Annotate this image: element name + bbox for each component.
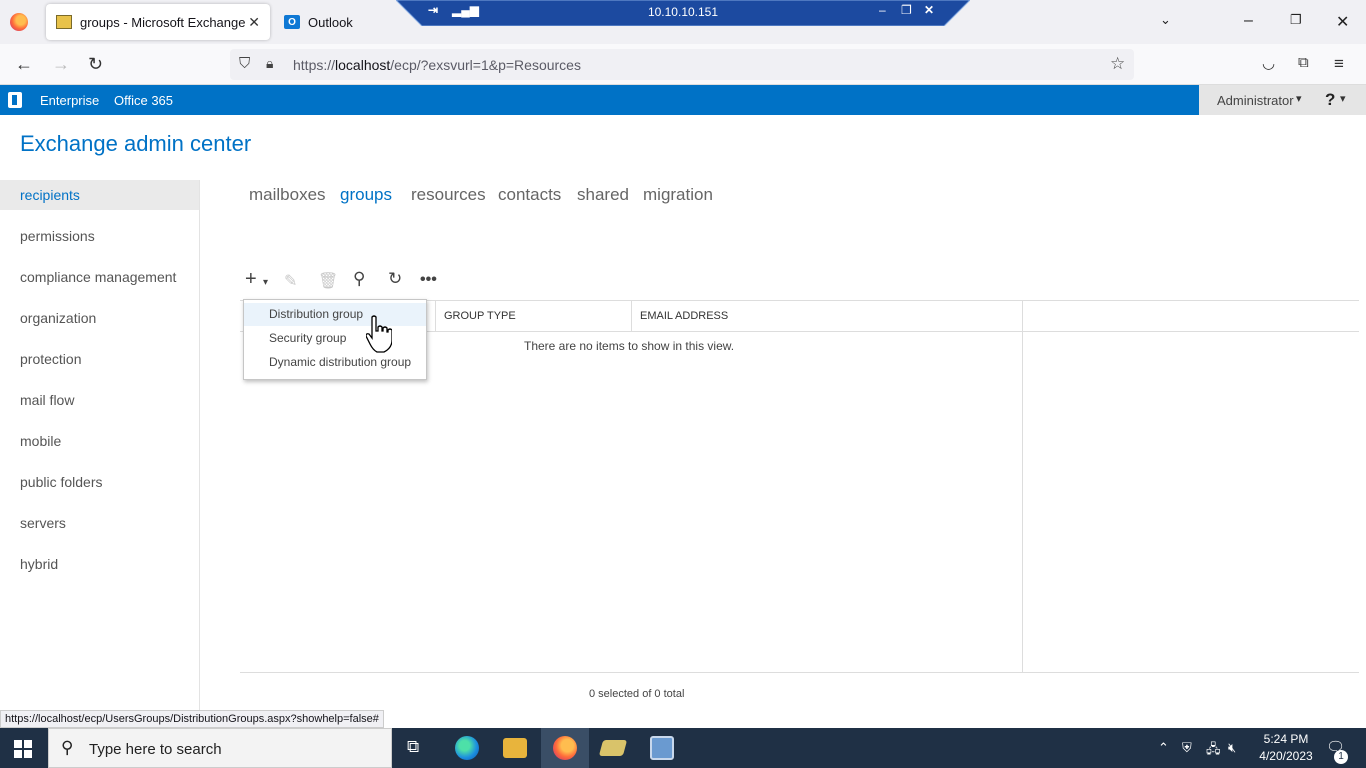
sidebar-item-mobile[interactable]: mobile — [0, 426, 199, 456]
delete-icon[interactable]: 🗑︎ — [318, 271, 338, 291]
admin-menu[interactable]: Administrator — [1217, 93, 1294, 108]
column-separator — [1022, 301, 1023, 331]
firefox-icon[interactable] — [10, 13, 28, 31]
rdp-minimize-icon[interactable]: – — [879, 3, 886, 17]
tab-list-chevron-icon[interactable]: ⌄ — [1160, 12, 1171, 28]
admin-caret-icon[interactable]: ▾ — [1296, 92, 1302, 105]
empty-message: There are no items to show in this view. — [524, 339, 735, 353]
forward-icon[interactable]: → — [52, 54, 70, 75]
page-title: Exchange admin center — [20, 131, 252, 156]
selection-count: 0 selected of 0 total — [589, 688, 685, 700]
sidebar-item-public-folders[interactable]: public folders — [0, 467, 199, 497]
close-tab-icon[interactable]: ✕ — [248, 14, 260, 31]
tab-shared[interactable]: shared — [577, 185, 629, 205]
clock-time: 5:24 PM — [1263, 732, 1309, 746]
task-view-icon[interactable]: ⧉ — [407, 737, 419, 757]
back-icon[interactable]: ← — [15, 54, 33, 75]
defender-tray-icon[interactable]: ⛨ — [1182, 740, 1192, 756]
sidebar-item-recipients[interactable]: recipients — [0, 180, 199, 210]
file-explorer-icon[interactable] — [503, 738, 527, 758]
status-link-preview: https://localhost/ecp/UsersGroups/Distri… — [0, 710, 384, 728]
help-caret-icon[interactable]: ▾ — [1340, 92, 1346, 105]
outlook-favicon-icon: O — [284, 15, 300, 29]
tray-chevron-icon[interactable]: ⌃ — [1158, 740, 1169, 756]
sidebar-item-permissions[interactable]: permissions — [0, 221, 199, 251]
menu-icon[interactable]: ≡ — [1334, 54, 1344, 74]
lock-icon[interactable]: 🔒︎ — [266, 55, 273, 72]
sidebar: recipients permissions compliance manage… — [0, 180, 200, 728]
volume-muted-icon[interactable]: 🔇︎ — [1228, 740, 1236, 756]
tab-contacts[interactable]: contacts — [498, 185, 561, 205]
extensions-icon[interactable]: ⧉ — [1298, 54, 1309, 71]
tab-resources[interactable]: resources — [411, 185, 486, 205]
rdp-app-icon[interactable] — [598, 740, 628, 756]
reload-icon[interactable]: ↻ — [88, 54, 103, 75]
search-icon[interactable]: ⚲ — [353, 269, 365, 289]
menu-item-dynamic-distribution-group[interactable]: Dynamic distribution group — [244, 351, 426, 374]
search-icon: ⚲ — [61, 738, 74, 757]
tab-migration[interactable]: migration — [643, 185, 713, 205]
add-caret-icon[interactable]: ▾ — [263, 277, 268, 288]
sidebar-item-protection[interactable]: protection — [0, 344, 199, 374]
shield-icon[interactable]: ⛉ — [239, 55, 250, 72]
taskbar-search[interactable]: ⚲ Type here to search — [48, 728, 392, 768]
refresh-icon[interactable]: ↻ — [388, 269, 402, 289]
enterprise-link[interactable]: Enterprise — [40, 93, 99, 108]
clock-date: 4/20/2023 — [1259, 749, 1313, 763]
notification-badge: 1 — [1334, 750, 1348, 764]
sidebar-item-organization[interactable]: organization — [0, 303, 199, 333]
url-text[interactable]: https://localhost/ecp/?exsvurl=1&p=Resou… — [293, 57, 581, 73]
admin-bar: Administrator ▾ ? ▾ — [1199, 85, 1366, 115]
help-button[interactable]: ? — [1325, 90, 1335, 110]
sidebar-item-compliance-management[interactable]: compliance management — [0, 262, 199, 292]
tab-groups[interactable]: groups — [340, 185, 392, 205]
windows-start-icon[interactable] — [14, 740, 32, 758]
pocket-icon[interactable]: ◡ — [1262, 54, 1275, 72]
more-icon[interactable]: ••• — [420, 271, 437, 289]
sidebar-item-hybrid[interactable]: hybrid — [0, 549, 199, 579]
office365-link[interactable]: Office 365 — [114, 93, 173, 108]
rdp-connection-bar: ⇥ ▂▄▆ 10.10.10.151 – ❐ ✕ — [396, 0, 970, 26]
edge-icon[interactable] — [455, 736, 479, 760]
column-separator — [631, 301, 632, 331]
address-bar[interactable]: ⛉ 🔒︎ https://localhost/ecp/?exsvurl=1&p=… — [230, 49, 1134, 80]
rdp-restore-icon[interactable]: ❐ — [901, 3, 912, 17]
tab-groups-exchange[interactable]: groups - Microsoft Exchange ✕ — [46, 4, 270, 40]
taskbar-clock[interactable]: 5:24 PM 4/20/2023 — [1256, 731, 1316, 765]
menu-item-security-group[interactable]: Security group — [244, 327, 426, 350]
column-header-email-address[interactable]: EMAIL ADDRESS — [640, 310, 728, 322]
browser-nav-bar: ← → ↻ ⛉ 🔒︎ https://localhost/ecp/?exsvur… — [0, 44, 1366, 85]
column-separator — [435, 301, 436, 331]
bookmark-star-icon[interactable]: ☆ — [1110, 54, 1125, 74]
sidebar-item-servers[interactable]: servers — [0, 508, 199, 538]
tab-mailboxes[interactable]: mailboxes — [249, 185, 326, 205]
add-icon[interactable]: + — [245, 268, 257, 291]
office365-bar: Enterprise Office 365 — [0, 85, 1199, 115]
office-logo-icon[interactable] — [8, 92, 22, 108]
network-tray-icon[interactable]: 🖧︎ — [1206, 740, 1221, 762]
rdp-close-icon[interactable]: ✕ — [924, 3, 934, 17]
window-minimize-icon[interactable]: – — [1244, 12, 1253, 30]
firefox-taskbar-icon[interactable] — [553, 736, 577, 760]
column-header-group-type[interactable]: GROUP TYPE — [444, 310, 516, 322]
grid-bottom-border — [240, 672, 1359, 673]
menu-item-distribution-group[interactable]: Distribution group — [244, 303, 426, 326]
search-placeholder: Type here to search — [89, 741, 222, 758]
edit-icon[interactable]: ✎ — [284, 271, 297, 291]
browser-tab-bar: groups - Microsoft Exchange ✕ O Outlook … — [0, 0, 1366, 44]
taskbar: ⚲ Type here to search ⧉ ⌃ ⛨ 🖧︎ 🔇︎ 5:24 P… — [0, 728, 1366, 768]
server-manager-icon[interactable] — [650, 736, 674, 760]
tab-title: groups - Microsoft Exchange — [80, 14, 246, 30]
window-restore-icon[interactable]: ❐ — [1290, 12, 1302, 28]
details-pane-separator — [1022, 332, 1023, 673]
sidebar-item-mail-flow[interactable]: mail flow — [0, 385, 199, 415]
new-group-menu: Distribution group Security group Dynami… — [243, 299, 427, 380]
window-close-icon[interactable]: ✕ — [1336, 12, 1349, 32]
hand-cursor-icon — [366, 315, 392, 353]
exchange-favicon-icon — [56, 15, 72, 29]
tab-title: Outlook — [308, 14, 353, 30]
